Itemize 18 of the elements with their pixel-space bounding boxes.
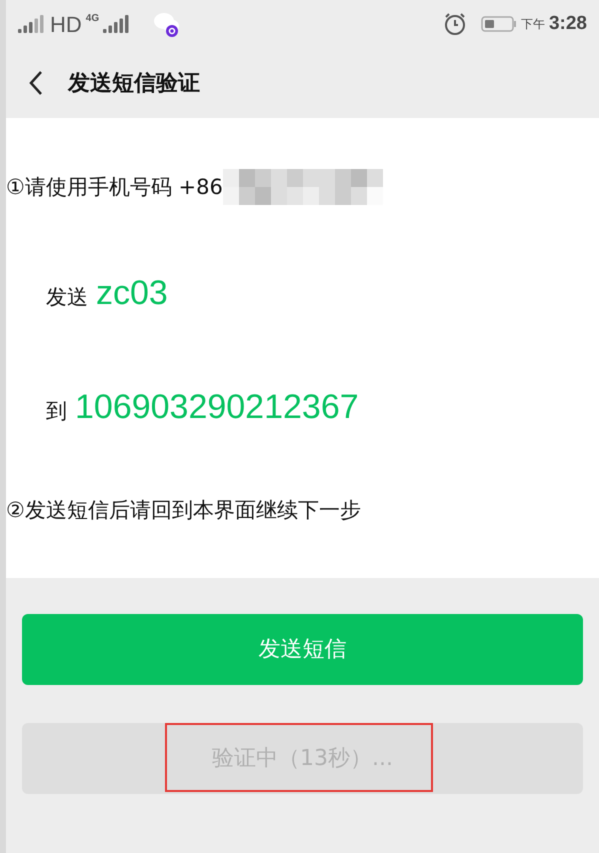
signal-icon xyxy=(18,15,46,33)
status-time: 3:28 xyxy=(548,12,587,36)
network-label: HD xyxy=(50,10,82,38)
status-time-period: 下午 xyxy=(520,16,545,33)
back-icon xyxy=(29,70,43,96)
send-sms-button[interactable]: 发送短信 xyxy=(22,614,583,685)
instruction-text: ②发送短信后请回到本界面继续下一步 xyxy=(6,497,362,524)
instruction-text: ①请使用手机号码 +86 xyxy=(6,174,223,201)
signal-icon xyxy=(103,15,132,33)
sms-value: 106903290212367 xyxy=(75,386,359,428)
field-label: 到 xyxy=(46,398,67,425)
sms-value: zc03 xyxy=(96,272,168,314)
network-type: 4G xyxy=(86,12,100,26)
chat-app-icon xyxy=(153,10,182,38)
alarm-icon xyxy=(442,12,467,36)
battery-icon xyxy=(480,15,517,33)
field-label: 发送 xyxy=(46,284,88,311)
page-title: 发送短信验证 xyxy=(68,70,200,98)
